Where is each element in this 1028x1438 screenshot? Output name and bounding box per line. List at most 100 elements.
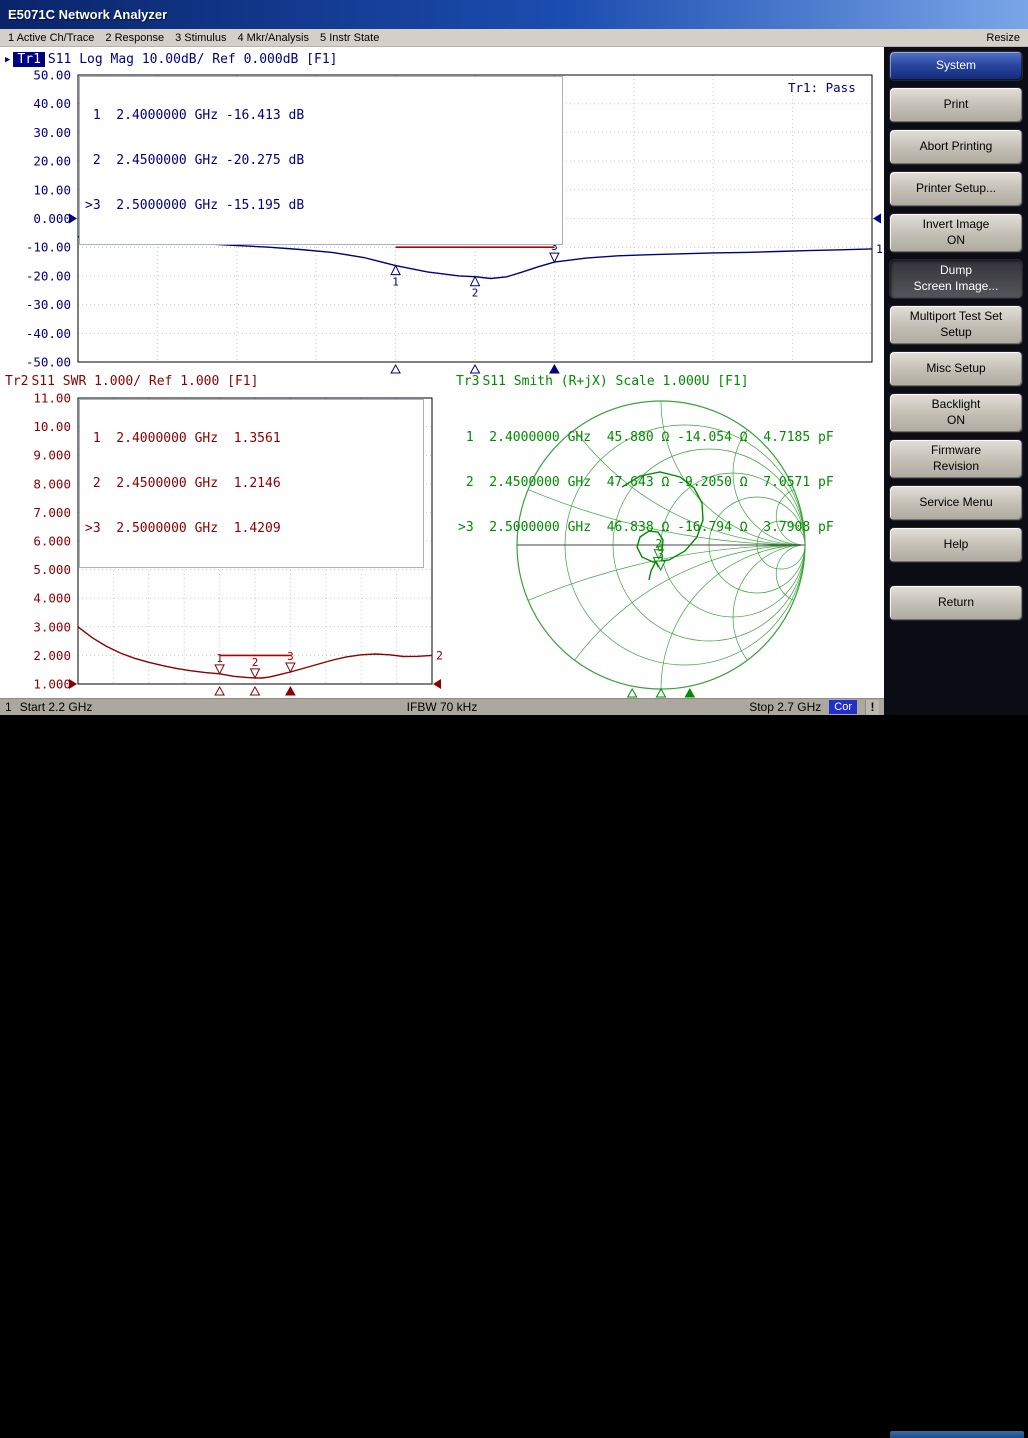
softkey-printer-setup[interactable]: Printer Setup... (889, 171, 1023, 207)
tr1-ytick: -30.00 (26, 297, 71, 312)
tr3-label: Tr3 (456, 374, 479, 389)
tr2-ytick: 2.000 (33, 648, 71, 663)
tr1-ytick: -50.00 (26, 355, 71, 370)
softkey-label: Help (944, 537, 969, 553)
title-bar[interactable]: E5071C Network Analyzer (0, 0, 1028, 29)
softkey-label: ON (947, 233, 965, 249)
tr1-ytick: 10.00 (33, 182, 71, 197)
readout-line: 2 2.4500000 GHz 47.643 Ω -9.2050 Ω 7.057… (458, 475, 834, 490)
softkey-dump-screen-image[interactable]: Dump Screen Image... (889, 259, 1023, 299)
tr3-marker-readout: 1 2.4000000 GHz 45.880 Ω -14.054 Ω 4.718… (458, 400, 834, 565)
readout-line: >3 2.5000000 GHz -15.195 dB (85, 198, 557, 213)
tr3-marker-2-stimulus-indicator (657, 689, 666, 697)
tr1-marker-readout: 1 2.4000000 GHz -16.413 dB 2 2.4500000 G… (79, 76, 563, 245)
menu-mkr-analysis[interactable]: 4 Mkr/Analysis (237, 32, 309, 44)
status-channel: 1 (5, 700, 12, 714)
tr1-ytick: 0.000 (33, 211, 71, 226)
tr1-ytick: 40.00 (33, 96, 71, 111)
softkey-misc-setup[interactable]: Misc Setup (889, 351, 1023, 387)
tr1-marker-3 (550, 253, 559, 262)
tr2-ytick: 3.000 (33, 619, 71, 634)
softkey-label: Print (944, 97, 969, 113)
status-correction-badge: Cor (829, 700, 857, 714)
tr2-ytick: 6.000 (33, 534, 71, 549)
softkey-return[interactable]: Return (889, 585, 1023, 621)
tr2-ytick: 7.000 (33, 505, 71, 520)
tr3-header[interactable]: Tr3 S11 Smith (R+jX) Scale 1.000U [F1] (456, 374, 749, 389)
softkey-firmware-revision[interactable]: Firmware Revision (889, 439, 1023, 479)
softkey-abort-printing[interactable]: Abort Printing (889, 129, 1023, 165)
status-start: Start 2.2 GHz (20, 700, 93, 714)
softkey-invert-image[interactable]: Invert Image ON (889, 213, 1023, 253)
status-bar: 1 Start 2.2 GHz IFBW 70 kHz Stop 2.7 GHz… (0, 698, 884, 715)
softkey-label: Setup (940, 325, 971, 341)
menu-response[interactable]: 2 Response (105, 32, 164, 44)
tr2-header[interactable]: Tr2 S11 SWR 1.000/ Ref 1.000 [F1] (5, 374, 258, 389)
tr1-header[interactable]: ▶ Tr1 S11 Log Mag 10.00dB/ Ref 0.000dB [… (5, 52, 338, 67)
softkey-multiport-test-set-setup[interactable]: Multiport Test Set Setup (889, 305, 1023, 345)
softkey-label: Backlight (932, 397, 981, 413)
tr1-title: S11 Log Mag 10.00dB/ Ref 0.000dB [F1] (48, 52, 338, 67)
softkey-label: Invert Image (923, 217, 990, 233)
tr1-trace-number: 1 (876, 242, 883, 256)
tr1-badge: Tr1 (13, 52, 44, 67)
menu-stimulus[interactable]: 3 Stimulus (175, 32, 226, 44)
readout-line: 2 2.4500000 GHz -20.275 dB (85, 153, 557, 168)
svg-text:1: 1 (216, 652, 223, 665)
tr2-marker-1 (215, 665, 224, 674)
svg-text:2: 2 (472, 287, 479, 300)
tr1-ref-indicator (873, 214, 881, 224)
tr1-ytick: -40.00 (26, 326, 71, 341)
svg-text:2: 2 (252, 656, 259, 669)
menu-resize[interactable]: Resize (986, 32, 1020, 44)
menu-active-ch-trace[interactable]: 1 Active Ch/Trace (8, 32, 94, 44)
softkey-label: Return (938, 595, 974, 611)
softkey-help[interactable]: Help (889, 527, 1023, 563)
tr1-limit-status: Tr1: Pass (788, 80, 856, 95)
tr2-ytick: 11.00 (33, 391, 71, 406)
svg-text:1: 1 (392, 276, 399, 289)
tr2-ytick: 8.000 (33, 476, 71, 491)
active-trace-arrow-icon: ▶ (5, 55, 10, 65)
menu-instr-state[interactable]: 5 Instr State (320, 32, 379, 44)
softkey-label: Printer Setup... (916, 181, 996, 197)
tr2-title: S11 SWR 1.000/ Ref 1.000 [F1] (31, 374, 258, 389)
tr1-marker-1-stimulus-indicator (391, 365, 400, 373)
readout-line: >3 2.5000000 GHz 46.838 Ω -16.794 Ω 3.79… (458, 520, 834, 535)
softkey-label: System (936, 58, 976, 74)
readout-line: 1 2.4000000 GHz 45.880 Ω -14.054 Ω 4.718… (458, 430, 834, 445)
tr2-ytick: 5.000 (33, 562, 71, 577)
softkey-label: Multiport Test Set (910, 309, 1002, 325)
tr1-marker-1 (391, 266, 400, 275)
status-stop: Stop 2.7 GHz (749, 700, 821, 714)
svg-text:3: 3 (287, 650, 294, 663)
tr2-label: Tr2 (5, 374, 28, 389)
tr2-marker-readout: 1 2.4000000 GHz 1.3561 2 2.4500000 GHz 1… (79, 399, 424, 568)
tr2-trace-number: 2 (436, 648, 443, 662)
softkey-backlight[interactable]: Backlight ON (889, 393, 1023, 433)
tr1-ytick: 50.00 (33, 68, 71, 83)
tr1-ytick: -20.00 (26, 268, 71, 283)
readout-line: >3 2.5000000 GHz 1.4209 (85, 521, 418, 536)
softkey-service-menu[interactable]: Service Menu (889, 485, 1023, 521)
tr2-marker-2-stimulus-indicator (251, 687, 260, 695)
readout-line: 1 2.4000000 GHz 1.3561 (85, 431, 418, 446)
tr1-marker-2 (471, 277, 480, 286)
tr2-ytick: 4.000 (33, 591, 71, 606)
softkey-label: Firmware (931, 443, 981, 459)
softkey-label: ON (947, 413, 965, 429)
softkey-panel: System Print Abort Printing Printer Setu… (884, 47, 1028, 723)
tr2-ref-indicator (69, 679, 77, 689)
tr2-marker-1-stimulus-indicator (215, 687, 224, 695)
tr2-ytick: 9.000 (33, 448, 71, 463)
bottom-strip (0, 715, 1028, 723)
tr2-ref-indicator (433, 679, 441, 689)
trace-display-area: 50.0040.0030.0020.0010.000.000-10.00-20.… (0, 47, 884, 698)
tr2-marker-3-stimulus-indicator (286, 687, 295, 695)
softkey-label: Screen Image... (914, 279, 999, 295)
softkey-print[interactable]: Print (889, 87, 1023, 123)
tr3-title: S11 Smith (R+jX) Scale 1.000U [F1] (482, 374, 748, 389)
window-title: E5071C Network Analyzer (8, 7, 167, 22)
tr1-ytick: -10.00 (26, 240, 71, 255)
softkey-label: Revision (933, 459, 979, 475)
